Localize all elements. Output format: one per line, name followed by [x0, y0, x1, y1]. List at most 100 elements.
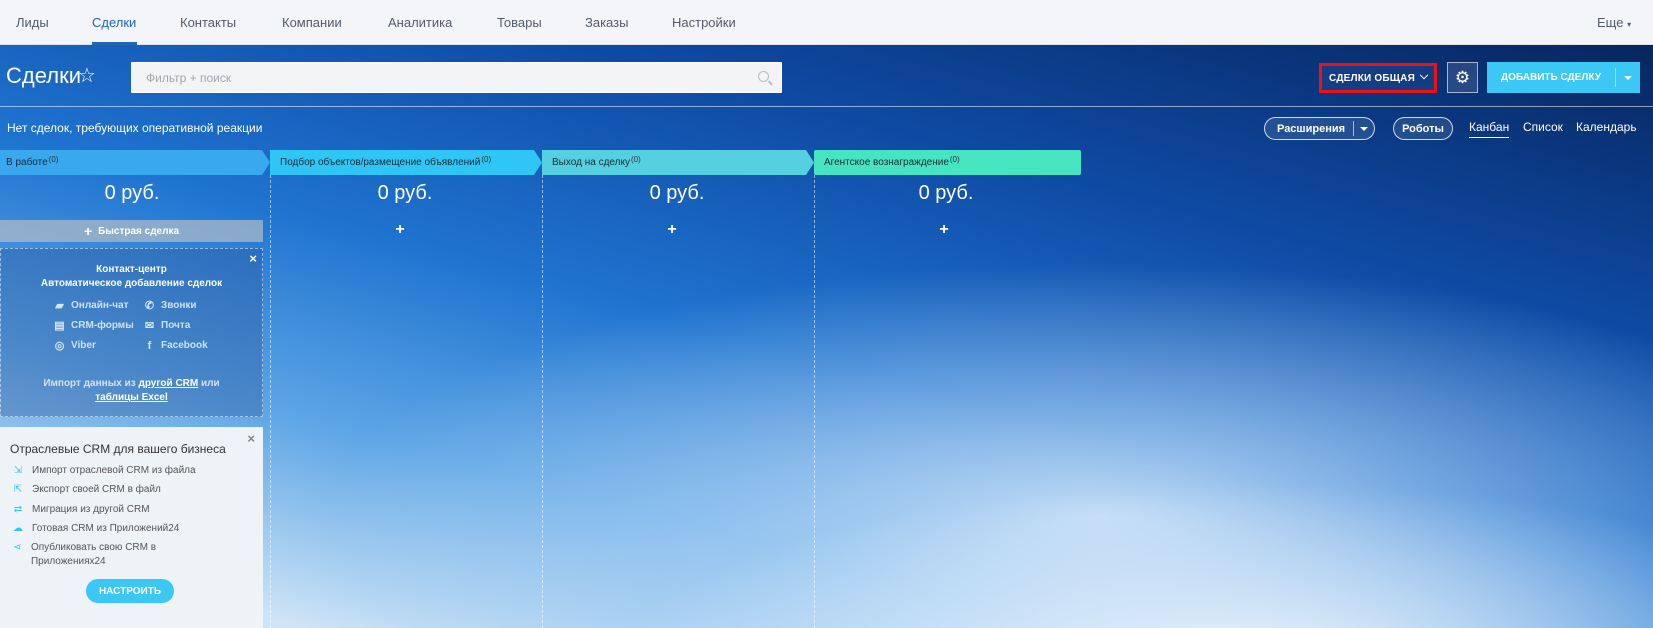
cloud-icon: ☁ — [13, 523, 23, 534]
header-divider — [0, 106, 1653, 107]
robots-button[interactable]: Роботы — [1393, 117, 1453, 140]
stage-name: Подбор объектов/размещение объявлений — [280, 157, 481, 168]
nav-item-contacts[interactable]: Контакты — [180, 15, 236, 30]
chat-icon: ▰ — [55, 300, 64, 312]
form-icon: ▤ — [54, 320, 65, 332]
stage-header-deal-exit[interactable]: Выход на сделку (0) — [542, 150, 814, 175]
crm-publish-link[interactable]: ⋖ Опубликовать свою CRM в Приложениях24 — [13, 541, 213, 569]
column-divider — [814, 175, 815, 628]
channel-mail[interactable]: ✉ Почта — [143, 319, 190, 332]
crm-export-file-link[interactable]: ⇱ Экспорт своей CRM в файл — [13, 483, 161, 497]
crm-item-label: Экспорт своей CRM в файл — [32, 484, 161, 495]
channel-label: Почта — [161, 320, 191, 331]
settings-button[interactable]: ⚙ — [1447, 62, 1478, 93]
page-title: Сделки — [6, 63, 81, 88]
phone-icon: ✆ — [144, 300, 155, 312]
channel-label: Viber — [71, 340, 96, 351]
channel-calls[interactable]: ✆ Звонки — [143, 299, 197, 312]
gear-icon: ⚙ — [1454, 67, 1471, 87]
add-deal-label: ДОБАВИТЬ СДЕЛКУ — [1501, 72, 1601, 83]
import-icon: ⇲ — [13, 465, 23, 476]
extensions-menu-arrow[interactable] — [1354, 126, 1374, 131]
search-icon[interactable] — [758, 71, 769, 82]
extensions-label: Расширения — [1277, 122, 1346, 135]
nav-item-orders[interactable]: Заказы — [585, 15, 628, 30]
channel-label: Онлайн-чат — [71, 300, 129, 311]
nav-more-button[interactable]: Еще ▾ — [1597, 15, 1631, 30]
notice-text: Нет сделок, требующих оперативной реакци… — [7, 121, 263, 135]
channel-label: CRM-формы — [71, 320, 134, 331]
import-excel-link[interactable]: таблицы Excel — [95, 392, 168, 403]
stage-sum: 0 руб. — [377, 182, 433, 204]
stage-header-agent-fee[interactable]: Агентское вознаграждение (0) — [814, 150, 1081, 175]
channel-facebook[interactable]: f Facebook — [143, 339, 208, 352]
industry-crm-title: Отраслевые CRM для вашего бизнеса — [10, 442, 226, 456]
add-deal-plus-button[interactable]: + — [814, 221, 1074, 239]
caret-down-icon — [1623, 75, 1632, 80]
stage-count: (0) — [949, 155, 960, 164]
channel-viber[interactable]: ◎ Viber — [53, 339, 96, 352]
stage-header-selection[interactable]: Подбор объектов/размещение объявлений (0) — [270, 150, 542, 175]
crm-item-label: Импорт отраслевой CRM из файла — [32, 465, 196, 476]
stage-name: Агентское вознаграждение — [824, 157, 949, 168]
viber-icon: ◎ — [54, 340, 65, 352]
crm-item-label: Миграция из другой CRM — [32, 504, 150, 515]
export-icon: ⇱ — [13, 484, 23, 495]
nav-item-deals[interactable]: Сделки — [92, 15, 136, 30]
filter-search — [131, 62, 782, 93]
nav-item-analytics[interactable]: Аналитика — [388, 15, 452, 30]
channel-crm-forms[interactable]: ▤ CRM-формы — [53, 319, 134, 332]
top-nav: Лиды Сделки Контакты Компании Аналитика … — [0, 0, 1653, 45]
add-deal-plus-button[interactable]: + — [270, 221, 530, 239]
stage-sum: 0 руб. — [104, 182, 160, 204]
share-icon: ⋖ — [13, 542, 22, 553]
contact-center-subheading: Автоматическое добавление сделок — [40, 278, 223, 289]
import-data-text: Импорт данных из другой CRM или таблицы … — [1, 377, 262, 405]
deal-category-button[interactable]: СДЕЛКИ ОБЩАЯ — [1319, 63, 1437, 93]
import-prefix: Импорт данных из — [43, 378, 136, 389]
caret-down-icon — [1360, 126, 1368, 131]
import-mid: или — [201, 378, 220, 389]
close-icon[interactable]: × — [247, 431, 255, 446]
channel-label: Звонки — [161, 300, 197, 311]
add-deal-button[interactable]: ДОБАВИТЬ СДЕЛКУ — [1487, 62, 1640, 93]
view-kanban-tab[interactable]: Канбан — [1469, 120, 1510, 138]
stage-count: (0) — [630, 155, 641, 164]
channel-label: Facebook — [161, 340, 208, 351]
setup-button[interactable]: НАСТРОИТЬ — [86, 579, 174, 603]
contact-center-panel: × Контакт-центр Автоматическое добавлени… — [0, 248, 263, 417]
stage-count: (0) — [48, 155, 59, 164]
add-deal-menu-button[interactable] — [1615, 62, 1640, 93]
nav-item-companies[interactable]: Компании — [282, 15, 342, 30]
star-icon[interactable]: ☆ — [78, 63, 96, 88]
add-deal-plus-button[interactable]: + — [542, 221, 802, 239]
nav-item-products[interactable]: Товары — [497, 15, 542, 30]
quick-deal-button[interactable]: + Быстрая сделка — [0, 220, 263, 242]
facebook-icon: f — [147, 339, 152, 352]
mail-icon: ✉ — [144, 320, 155, 332]
chevron-down-icon: ▾ — [1627, 20, 1632, 29]
crm-migration-link[interactable]: ⇄ Миграция из другой CRM — [13, 503, 150, 517]
crm-import-file-link[interactable]: ⇲ Импорт отраслевой CRM из файла — [13, 464, 196, 478]
page-header: Сделки ☆ СДЕЛКИ ОБЩАЯ ⚙ ДОБАВИТЬ СДЕЛКУ — [0, 45, 1653, 107]
nav-item-leads[interactable]: Лиды — [16, 15, 49, 30]
stage-name: Выход на сделку — [552, 157, 630, 168]
extensions-button[interactable]: Расширения — [1264, 117, 1375, 140]
stage-sum: 0 руб. — [918, 182, 974, 204]
search-input[interactable] — [132, 63, 781, 92]
channel-online-chat[interactable]: ▰ Онлайн-чат — [53, 299, 129, 312]
view-calendar-tab[interactable]: Календарь — [1576, 120, 1637, 134]
stage-name: В работе — [6, 157, 48, 168]
contact-center-heading: Контакт-центр — [96, 264, 167, 275]
industry-crm-panel: × Отраслевые CRM для вашего бизнеса ⇲ Имп… — [0, 427, 263, 628]
import-other-crm-link[interactable]: другой CRM — [138, 378, 198, 389]
column-divider — [270, 175, 271, 628]
nav-item-settings[interactable]: Настройки — [672, 15, 736, 30]
crm-item-label: Готовая CRM из Приложений24 — [32, 523, 180, 534]
migrate-icon: ⇄ — [13, 504, 23, 515]
view-list-tab[interactable]: Список — [1523, 120, 1563, 134]
stage-header-in-work[interactable]: В работе (0) — [0, 150, 270, 175]
crm-ready-apps-link[interactable]: ☁ Готовая CRM из Приложений24 — [13, 522, 179, 536]
deal-category-label: СДЕЛКИ ОБЩАЯ — [1329, 72, 1415, 84]
chevron-down-icon — [1419, 70, 1429, 80]
